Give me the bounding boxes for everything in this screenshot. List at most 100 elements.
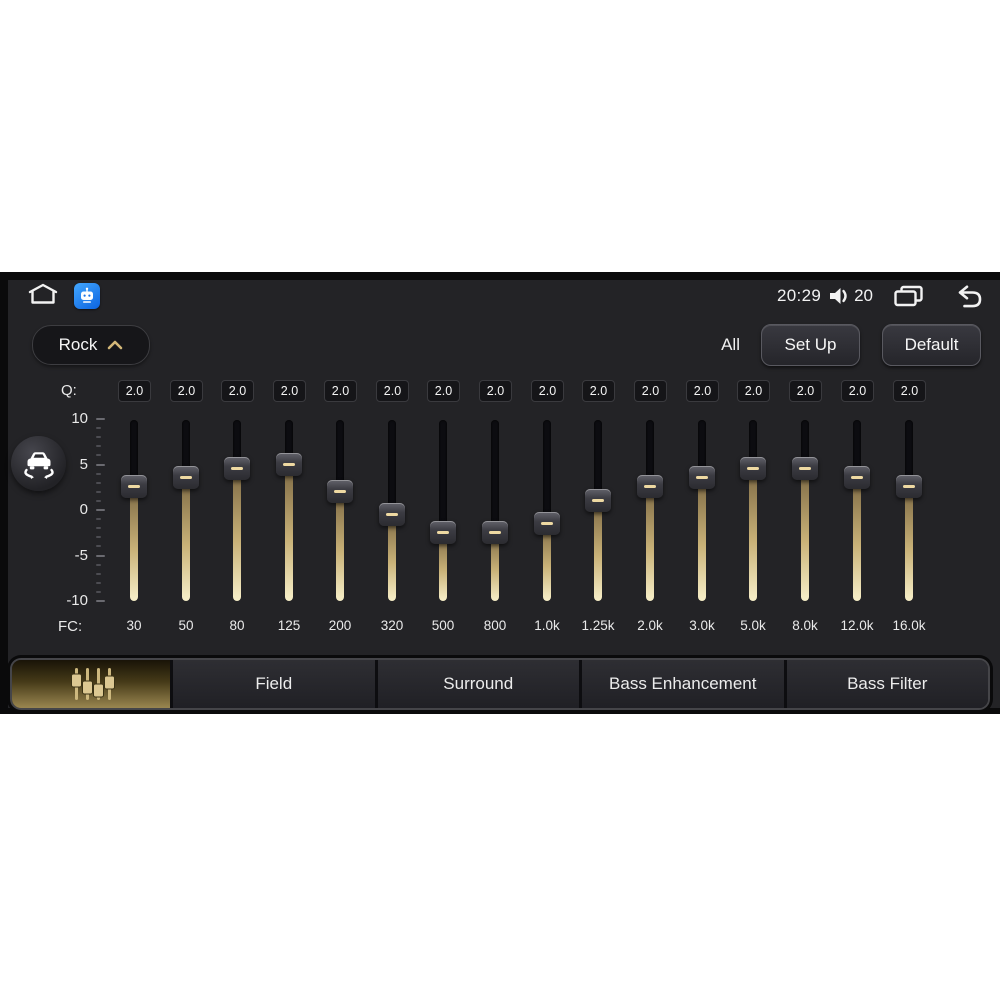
axis-label: 0 [79,501,88,518]
bottom-tab-bar: Field Surround Bass Enhancement Bass Fil… [12,660,988,708]
frequency-label: 12.0k [840,618,874,633]
q-value-box[interactable]: 2.0 [479,380,512,402]
tab-surround-label: Surround [443,674,514,693]
q-value-box[interactable]: 2.0 [221,380,254,402]
axis-tick [96,573,101,575]
preset-dropdown[interactable]: Rock [32,325,150,365]
axis-tick [96,473,101,475]
fader-fill [646,487,654,601]
tab-bass-enhancement-label: Bass Enhancement [609,674,757,693]
fader-fill [594,501,602,601]
q-value-box[interactable]: 2.0 [686,380,719,402]
fader-handle[interactable] [689,466,715,489]
tab-bass-filter[interactable]: Bass Filter [786,660,988,708]
q-value-box[interactable]: 2.0 [273,380,306,402]
fader-handle[interactable] [482,521,508,544]
fader-fill [182,478,190,601]
axis-tick [96,527,101,529]
frequency-label: 200 [328,618,352,633]
fader-handle[interactable] [896,475,922,498]
q-value-box[interactable]: 2.0 [427,380,460,402]
set-up-button[interactable]: Set Up [761,324,860,366]
screenshot-canvas: 20:29 20 Rock All Set Up Default Q: FC: … [0,0,1000,1000]
tab-equalizer[interactable] [12,660,170,708]
home-icon[interactable] [26,282,60,311]
recent-apps-icon[interactable] [892,284,925,308]
speaker-icon[interactable] [828,286,850,306]
q-value-box[interactable]: 2.0 [531,380,564,402]
axis-label: -10 [66,592,88,609]
fader-fill [853,478,861,601]
frequency-label: 16.0k [892,618,926,633]
q-value-box[interactable]: 2.0 [118,380,151,402]
fader-handle[interactable] [276,453,302,476]
axis-tick [96,509,105,511]
fader-fill [285,465,293,601]
fader-fill [543,524,551,601]
fader-fill [905,487,913,601]
frequency-label: 8.0k [792,618,818,633]
q-value-box[interactable]: 2.0 [324,380,357,402]
fader-fill [801,469,809,601]
axis-tick [96,464,105,466]
ai-assistant-icon[interactable] [74,283,100,309]
tab-bass-enhancement[interactable]: Bass Enhancement [582,660,784,708]
volume-level: 20 [854,286,873,305]
fader-handle[interactable] [740,457,766,480]
car-surround-icon [23,451,54,479]
frequency-label: 800 [483,618,507,633]
tab-field-label: Field [255,674,293,693]
equalizer-sliders-icon [71,668,115,700]
fader-handle[interactable] [379,503,405,526]
q-value-box[interactable]: 2.0 [634,380,667,402]
fader-handle[interactable] [430,521,456,544]
screen-edge-left [0,272,8,714]
tab-surround[interactable]: Surround [377,660,579,708]
car-surround-button[interactable] [11,436,66,491]
fader-handle[interactable] [121,475,147,498]
fader-handle[interactable] [327,480,353,503]
tab-bass-filter-label: Bass Filter [847,674,928,693]
fader-handle[interactable] [844,466,870,489]
fader-fill [698,478,706,601]
head-unit-screen: 20:29 20 Rock All Set Up Default Q: FC: … [0,272,1000,714]
axis-tick [96,555,105,557]
fader-handle[interactable] [792,457,818,480]
axis-tick [96,582,101,584]
axis-tick [96,600,105,602]
q-value-box[interactable]: 2.0 [737,380,770,402]
q-value-box[interactable]: 2.0 [376,380,409,402]
chevron-up-icon [107,340,123,350]
fc-row-label: FC: [58,618,83,635]
fader-handle[interactable] [224,457,250,480]
screen-edge-top [0,272,1000,280]
q-value-box[interactable]: 2.0 [841,380,874,402]
axis-tick [96,482,101,484]
fader-handle[interactable] [173,466,199,489]
fader-fill [233,469,241,601]
clock: 20:29 [777,286,822,305]
fader-handle[interactable] [534,512,560,535]
axis-tick [96,500,101,502]
axis-tick [96,491,101,493]
frequency-label: 2.0k [637,618,663,633]
default-button[interactable]: Default [882,324,981,366]
all-button[interactable]: All [721,335,740,355]
q-value-box[interactable]: 2.0 [789,380,822,402]
back-icon[interactable] [951,285,982,308]
q-value-box[interactable]: 2.0 [582,380,615,402]
axis-tick [96,591,101,593]
axis-tick [96,545,101,547]
tab-field[interactable]: Field [173,660,375,708]
frequency-label: 1.25k [581,618,615,633]
fader-handle[interactable] [585,489,611,512]
fader-handle[interactable] [637,475,663,498]
fader-fill [749,469,757,601]
frequency-label: 500 [431,618,455,633]
axis-tick [96,418,105,420]
q-row-label: Q: [61,382,77,399]
fader-fill [388,515,396,601]
q-value-box[interactable]: 2.0 [170,380,203,402]
fader-fill [336,492,344,601]
q-value-box[interactable]: 2.0 [893,380,926,402]
